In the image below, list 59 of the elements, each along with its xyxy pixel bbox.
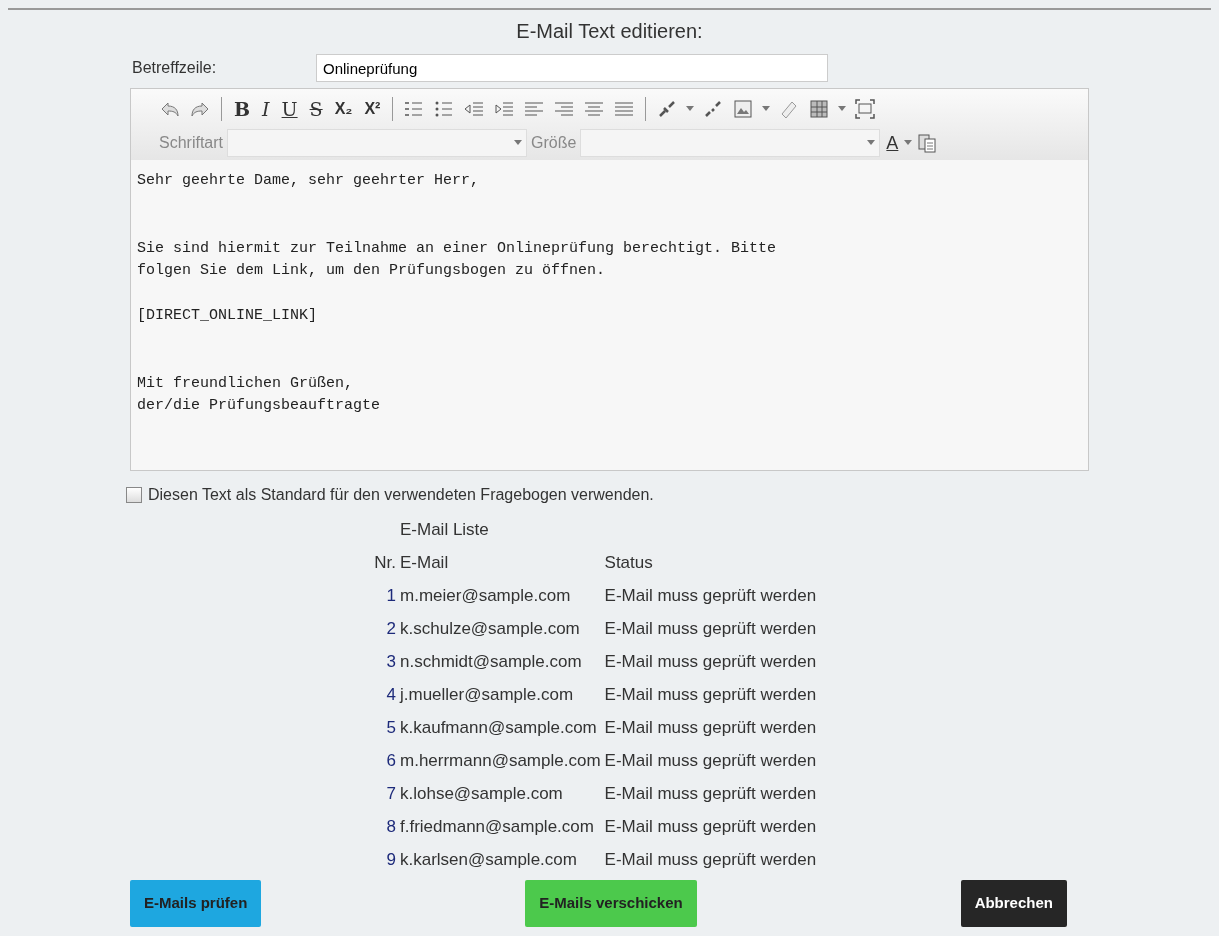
underline-button[interactable]: U: [279, 99, 300, 119]
email-address: m.herrmann@sample.com: [400, 750, 601, 770]
status-text: E-Mail muss geprüft werden: [604, 585, 817, 605]
row-number: 5: [386, 717, 396, 737]
row-number: 4: [386, 684, 396, 704]
email-address: m.meier@sample.com: [400, 585, 571, 605]
paste-icon[interactable]: [916, 132, 939, 154]
bold-button[interactable]: B: [232, 99, 253, 119]
column-header: E-Mail: [400, 552, 449, 572]
status-text: E-Mail muss geprüft werden: [604, 618, 817, 638]
list-title: E-Mail Liste: [400, 519, 489, 539]
field-label: Größe: [531, 133, 577, 153]
row-number: 2: [386, 618, 396, 638]
status-text: E-Mail muss geprüft werden: [604, 684, 817, 704]
checkbox-label: Diesen Text als Standard für den verwendeten Fragebogen verwenden.: [148, 485, 654, 505]
table-icon[interactable]: [808, 98, 831, 120]
superscript-button[interactable]: X²: [362, 101, 383, 117]
email-address: n.schmidt@sample.com: [400, 651, 582, 671]
column-header: Nr.: [374, 552, 396, 572]
page-title: E-Mail Text editieren:: [515, 19, 704, 44]
fullscreen-icon[interactable]: [854, 98, 877, 120]
email-address: k.kaufmann@sample.com: [400, 717, 597, 737]
email-address: k.schulze@sample.com: [400, 618, 580, 638]
field-label: Betreffzeile:: [131, 58, 218, 78]
caret-icon[interactable]: [514, 140, 522, 146]
caret-icon[interactable]: [762, 106, 771, 112]
email-address: j.mueller@sample.com: [400, 684, 574, 704]
column-header: Status: [604, 552, 653, 572]
image-icon[interactable]: [732, 98, 755, 120]
checkbox[interactable]: [126, 487, 142, 503]
row-number: 6: [386, 750, 396, 770]
row-number: 1: [386, 585, 396, 605]
strikethrough-button[interactable]: S: [307, 99, 325, 119]
row-number: 7: [386, 783, 396, 803]
subscript-button[interactable]: X₂: [332, 101, 355, 117]
caret-icon[interactable]: [838, 106, 847, 112]
status-text: E-Mail muss geprüft werden: [604, 750, 817, 770]
caret-icon[interactable]: [867, 140, 876, 146]
status-text: E-Mail muss geprüft werden: [604, 783, 817, 803]
status-text: E-Mail muss geprüft werden: [604, 651, 817, 671]
status-text: E-Mail muss geprüft werden: [604, 849, 817, 869]
status-text: E-Mail muss geprüft werden: [604, 816, 817, 836]
email-address: k.lohse@sample.com: [400, 783, 563, 803]
caret-icon[interactable]: [686, 106, 695, 112]
editor-text-area[interactable]: Sehr geehrte Dame, sehr geehrter Herr, Sie sind hiermit zur Teilnahme an einer Onlineprüfung berechtigt. Bitte folgen Sie dem Link, um den Prüfungsbogen zu öffnen. [DIRECT_ONLINE_LINK] Mit freundlichen Grüßen, der/die Prüfungsbeauftragte: [131, 160, 1088, 470]
caret-icon[interactable]: [904, 140, 913, 146]
check-emails-button[interactable]: E-Mails prüfen: [130, 880, 262, 927]
status-text: E-Mail muss geprüft werden: [604, 717, 817, 737]
row-number: 3: [386, 651, 396, 671]
email-address: f.friedmann@sample.com: [400, 816, 594, 836]
cancel-button[interactable]: Abbrechen: [960, 880, 1067, 927]
field-label: Schriftart: [159, 133, 223, 153]
font-color-button[interactable]: A: [884, 134, 901, 152]
row-number: 9: [386, 849, 396, 869]
subject-field[interactable]: Onlineprüfung: [316, 54, 828, 82]
row-number: 8: [386, 816, 396, 836]
italic-button[interactable]: I: [260, 99, 272, 119]
email-address: k.karlsen@sample.com: [400, 849, 577, 869]
send-emails-button[interactable]: E-Mails verschicken: [525, 880, 697, 927]
